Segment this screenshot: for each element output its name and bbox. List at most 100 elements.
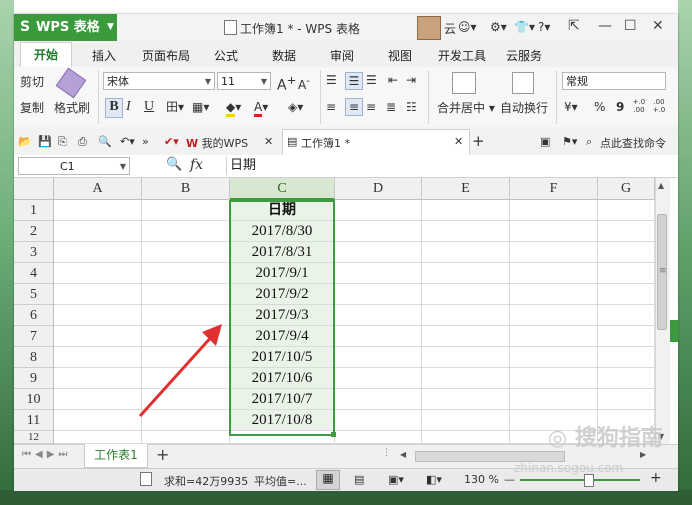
save-icon[interactable]: 💾 (38, 135, 52, 148)
increase-decimal-button[interactable]: +.0 .00 (632, 98, 646, 114)
scroll-left-icon[interactable]: ◀ (400, 450, 406, 459)
fill-color-button[interactable]: ◆▾ (226, 99, 241, 117)
tab-page-layout[interactable]: 页面布局 (142, 47, 190, 64)
empty-cell[interactable] (335, 263, 422, 284)
empty-cell[interactable] (510, 347, 598, 368)
percent-button[interactable]: % (594, 99, 605, 115)
user-name[interactable]: 云 (444, 20, 456, 37)
align-right-button[interactable]: ≡ (366, 99, 376, 115)
search-icon[interactable]: ⌕ (586, 135, 592, 149)
empty-cell[interactable] (598, 347, 655, 368)
tab-my-wps[interactable]: W 我的WPS (186, 135, 248, 151)
cell-c5[interactable]: 2017/9/2 (230, 284, 335, 305)
close-tab-icon[interactable]: ✕ (264, 135, 273, 148)
currency-button[interactable]: ¥▾ (564, 99, 578, 115)
empty-cell[interactable] (510, 368, 598, 389)
empty-cell[interactable] (142, 284, 230, 305)
zoom-in-button[interactable]: + (650, 470, 662, 486)
empty-cell[interactable] (54, 305, 142, 326)
empty-cell[interactable] (335, 368, 422, 389)
empty-cell[interactable] (422, 347, 510, 368)
empty-cell[interactable] (510, 221, 598, 242)
app-menu-button[interactable]: S WPS 表格 ▼ (14, 14, 117, 41)
empty-cell[interactable] (142, 431, 230, 444)
row-header[interactable]: 10 (14, 389, 54, 410)
font-name-select[interactable]: 宋体 ▼ (103, 72, 215, 90)
flag-icon[interactable]: ⚑▾ (562, 135, 577, 148)
tab-home[interactable]: 开始 (20, 42, 72, 68)
empty-cell[interactable] (598, 263, 655, 284)
settings-icon[interactable]: ⚙▾ (490, 20, 507, 34)
cell-c10[interactable]: 2017/10/7 (230, 389, 335, 410)
empty-cell[interactable] (54, 431, 142, 444)
empty-cell[interactable] (422, 431, 510, 444)
bookmark-icon[interactable]: ✔▾ (164, 135, 179, 148)
empty-cell[interactable] (510, 326, 598, 347)
empty-cell[interactable] (510, 242, 598, 263)
empty-cell[interactable] (54, 389, 142, 410)
column-header-b[interactable]: B (142, 178, 230, 200)
italic-button[interactable]: I (126, 99, 131, 115)
cell-c6[interactable]: 2017/9/3 (230, 305, 335, 326)
cell-c8[interactable]: 2017/10/5 (230, 347, 335, 368)
sheet-tab-1[interactable]: 工作表1 (84, 444, 148, 468)
bold-button[interactable]: B (105, 98, 123, 118)
normal-view-icon[interactable]: ▦ (316, 470, 340, 490)
align-center-button[interactable]: ≡ (345, 98, 363, 116)
side-panel-toggle[interactable] (670, 320, 678, 342)
cell-c11[interactable]: 2017/10/8 (230, 410, 335, 431)
empty-cell[interactable] (422, 410, 510, 431)
fill-handle[interactable] (331, 432, 336, 437)
command-search[interactable]: 点此查找命令 (600, 135, 666, 151)
clear-format-button[interactable]: ◈▾ (288, 99, 303, 115)
cell-c9[interactable]: 2017/10/6 (230, 368, 335, 389)
empty-cell[interactable] (54, 263, 142, 284)
align-top-button[interactable]: ☰ (326, 72, 337, 88)
grow-font-button[interactable]: A+ (277, 72, 296, 94)
empty-cell[interactable] (598, 221, 655, 242)
empty-cell[interactable] (142, 263, 230, 284)
empty-cell[interactable] (335, 410, 422, 431)
empty-cell[interactable] (230, 431, 335, 444)
empty-cell[interactable] (142, 242, 230, 263)
empty-cell[interactable] (54, 368, 142, 389)
tab-insert[interactable]: 插入 (92, 47, 116, 64)
page-layout-icon[interactable]: ▤ (354, 473, 364, 486)
indent-increase-button[interactable]: ⇥ (406, 72, 416, 88)
underline-button[interactable]: U (144, 99, 154, 115)
user-status-icon[interactable]: ☺▾ (458, 20, 477, 34)
wrap-text-button[interactable]: 自动换行 (500, 100, 548, 116)
decrease-decimal-button[interactable]: .00 +.0 (652, 98, 666, 114)
close-tab-icon[interactable]: ✕ (454, 135, 463, 148)
empty-cell[interactable] (54, 347, 142, 368)
zoom-formula-icon[interactable]: 🔍 (166, 157, 182, 172)
empty-cell[interactable] (510, 305, 598, 326)
new-tab-icon[interactable]: + (472, 132, 485, 150)
column-header-f[interactable]: F (510, 178, 598, 200)
empty-cell[interactable] (598, 326, 655, 347)
row-header[interactable]: 12 (14, 431, 54, 444)
maximize-button[interactable]: ☐ (624, 18, 637, 34)
empty-cell[interactable] (335, 326, 422, 347)
row-header[interactable]: 3 (14, 242, 54, 263)
tab-view[interactable]: 视图 (388, 47, 412, 64)
empty-cell[interactable] (422, 326, 510, 347)
row-header[interactable]: 11 (14, 410, 54, 431)
empty-cell[interactable] (598, 200, 655, 221)
empty-cell[interactable] (335, 242, 422, 263)
empty-cell[interactable] (422, 284, 510, 305)
align-bottom-button[interactable]: ☰ (366, 72, 377, 88)
shrink-font-button[interactable]: A- (298, 74, 310, 93)
print-preview-icon[interactable]: 🔍 (98, 135, 112, 148)
row-header[interactable]: 5 (14, 284, 54, 305)
empty-cell[interactable] (335, 431, 422, 444)
empty-cell[interactable] (335, 221, 422, 242)
tab-data[interactable]: 数据 (272, 47, 296, 64)
empty-cell[interactable] (510, 263, 598, 284)
row-header[interactable]: 7 (14, 326, 54, 347)
row-header[interactable]: 6 (14, 305, 54, 326)
column-header-e[interactable]: E (422, 178, 510, 200)
name-box[interactable]: C1 ▼ (18, 157, 130, 175)
empty-cell[interactable] (54, 326, 142, 347)
empty-cell[interactable] (54, 221, 142, 242)
